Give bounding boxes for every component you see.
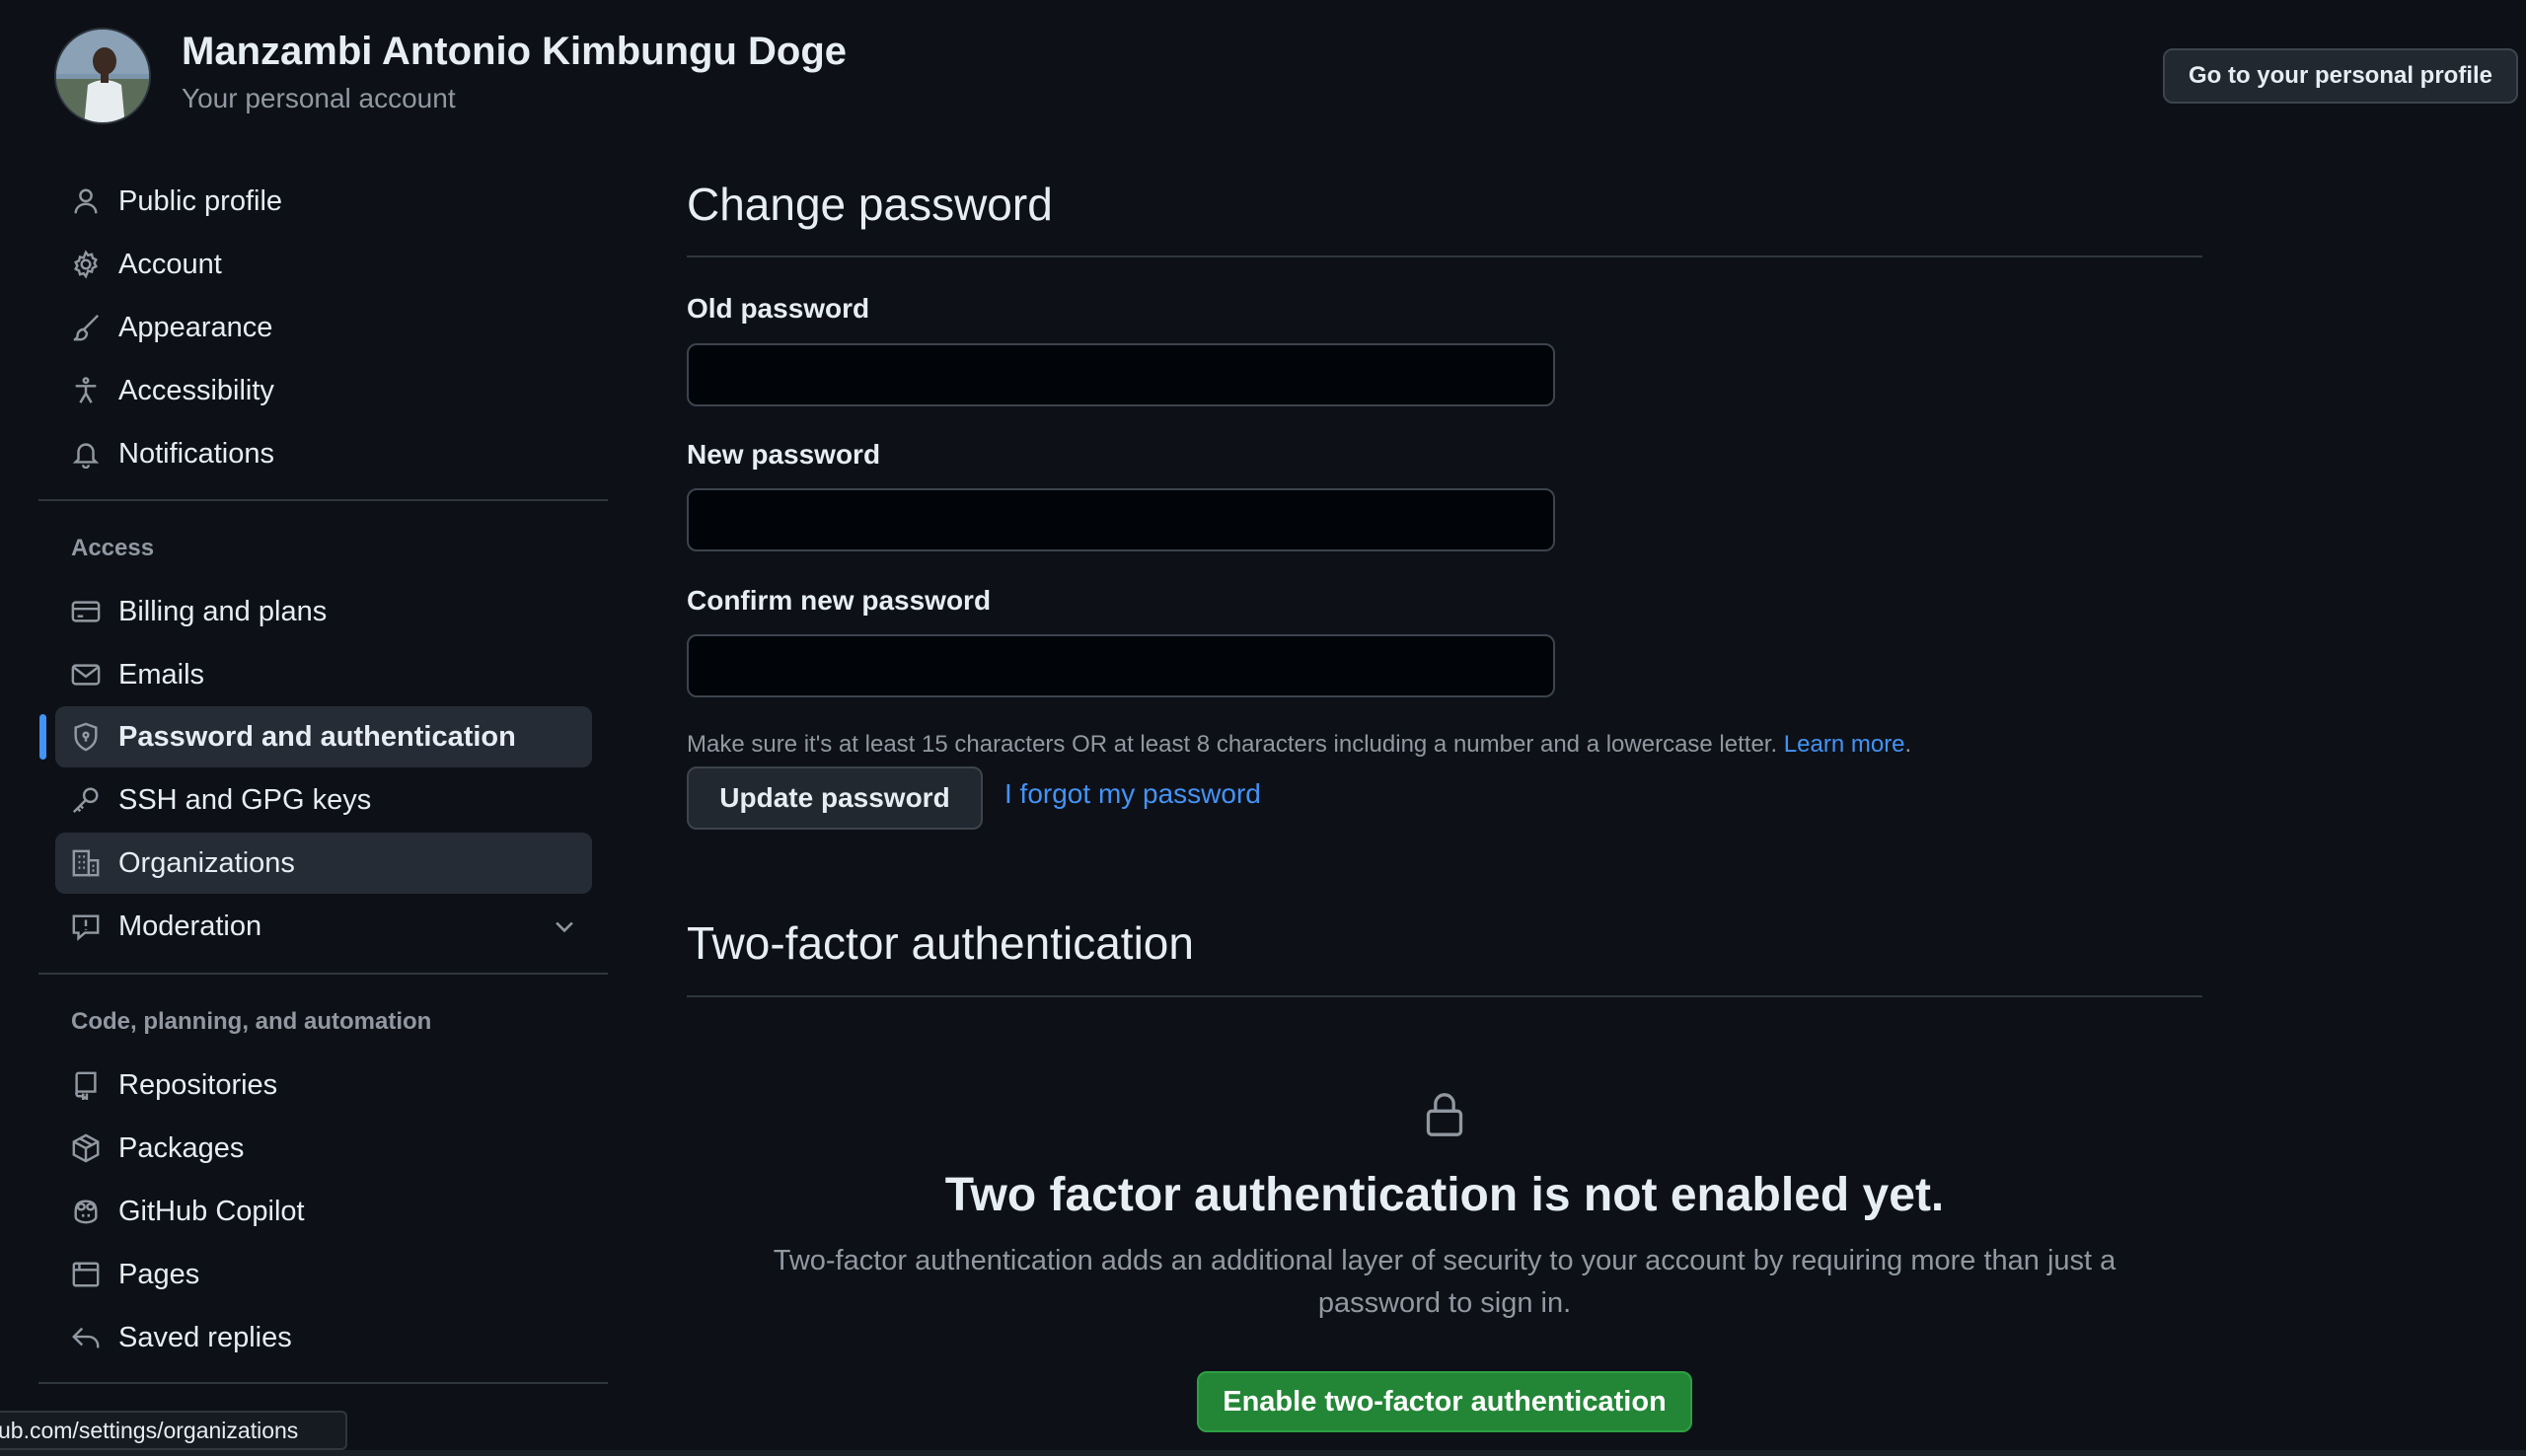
learn-more-link[interactable]: Learn more [1784, 731, 1905, 758]
accessibility-icon [69, 374, 103, 407]
settings-page: Manzambi Antonio Kimbungu Doge Your pers… [0, 0, 2526, 1456]
bell-icon [69, 437, 103, 471]
sidebar-item-appearance[interactable]: Appearance [55, 297, 592, 358]
sidebar-heading-access: Access [71, 535, 155, 561]
new-password-field[interactable] [687, 488, 1555, 551]
confirm-password-field[interactable] [687, 634, 1555, 697]
password-hint-text: Make sure it's at least 15 characters OR… [687, 731, 1778, 758]
sidebar-divider [38, 973, 608, 975]
sidebar-item-emails[interactable]: Emails [55, 644, 592, 705]
sidebar-item-github-copilot[interactable]: GitHub Copilot [55, 1181, 592, 1242]
active-indicator [39, 714, 46, 760]
copilot-icon [69, 1195, 103, 1228]
sidebar-item-account[interactable]: Account [55, 234, 592, 295]
sidebar-item-label: Emails [118, 658, 205, 691]
reply-icon [69, 1321, 103, 1354]
sidebar-divider [38, 499, 608, 501]
two-factor-heading: Two-factor authentication [687, 917, 1194, 969]
sidebar-item-label: Organizations [118, 846, 295, 879]
paintbrush-icon [69, 311, 103, 344]
sidebar-item-label: Public profile [118, 184, 283, 217]
report-icon [69, 910, 103, 943]
section-rule [687, 255, 2202, 257]
browser-icon [69, 1258, 103, 1291]
new-password-label: New password [687, 439, 881, 470]
sidebar-item-label: Password and authentication [118, 720, 516, 753]
sidebar-item-notifications[interactable]: Notifications [55, 423, 592, 484]
sidebar-item-label: Pages [118, 1258, 200, 1290]
section-rule [687, 995, 2202, 997]
sidebar-item-label: Accessibility [118, 374, 274, 406]
mail-icon [69, 658, 103, 692]
sidebar-item-moderation[interactable]: Moderation [55, 896, 592, 957]
avatar[interactable] [54, 28, 151, 124]
repo-icon [69, 1068, 103, 1102]
sidebar-item-label: Packages [118, 1131, 245, 1164]
person-icon [69, 184, 103, 218]
shield-lock-icon [69, 720, 103, 754]
change-password-heading: Change password [687, 179, 1053, 230]
account-subtitle: Your personal account [182, 83, 456, 113]
sidebar-item-label: Repositories [118, 1068, 278, 1101]
lock-icon [1426, 1093, 1463, 1136]
sidebar-item-ssh-gpg-keys[interactable]: SSH and GPG keys [55, 769, 592, 831]
old-password-label: Old password [687, 293, 870, 324]
sidebar-item-label: Billing and plans [118, 595, 328, 627]
sidebar-item-label: SSH and GPG keys [118, 783, 372, 816]
two-factor-description: Two-factor authentication adds an additi… [773, 1245, 2117, 1319]
gear-icon [69, 248, 103, 281]
sidebar-item-label: Saved replies [118, 1321, 292, 1353]
bottom-edge [0, 1450, 2526, 1456]
sidebar-item-saved-replies[interactable]: Saved replies [55, 1307, 592, 1368]
confirm-password-label: Confirm new password [687, 585, 992, 616]
credit-card-icon [69, 595, 103, 628]
sidebar-item-label: GitHub Copilot [118, 1195, 305, 1227]
sidebar-item-label: Account [118, 248, 222, 280]
sidebar-item-public-profile[interactable]: Public profile [55, 171, 592, 232]
update-password-button[interactable]: Update password [687, 766, 983, 830]
sidebar-item-label: Appearance [118, 311, 273, 343]
organization-icon [69, 846, 103, 880]
sidebar-item-pages[interactable]: Pages [55, 1244, 592, 1305]
forgot-password-link[interactable]: I forgot my password [1004, 778, 1261, 810]
account-name: Manzambi Antonio Kimbungu Doge [182, 30, 848, 73]
sidebar-item-label: Notifications [118, 437, 274, 470]
password-hint: Make sure it's at least 15 characters OR… [687, 731, 1912, 758]
sidebar-item-billing[interactable]: Billing and plans [55, 581, 592, 642]
sidebar-heading-code: Code, planning, and automation [71, 1008, 432, 1035]
sidebar-divider [38, 1382, 608, 1384]
status-bar-url: ub.com/settings/organizations [0, 1411, 347, 1450]
sidebar-item-label: Moderation [118, 910, 262, 942]
key-icon [69, 783, 103, 817]
package-icon [69, 1131, 103, 1165]
sidebar-item-accessibility[interactable]: Accessibility [55, 360, 592, 421]
sidebar-item-password-authentication[interactable]: Password and authentication [55, 706, 592, 767]
old-password-field[interactable] [687, 343, 1555, 406]
go-to-profile-button[interactable]: Go to your personal profile [2163, 48, 2518, 104]
two-factor-status-title: Two factor authentication is not enabled… [944, 1169, 1945, 1221]
status-url-text: ub.com/settings/organizations [0, 1417, 299, 1443]
sidebar-item-packages[interactable]: Packages [55, 1118, 592, 1179]
enable-two-factor-button[interactable]: Enable two-factor authentication [1197, 1371, 1692, 1432]
sidebar-item-organizations[interactable]: Organizations [55, 833, 592, 894]
sidebar-item-repositories[interactable]: Repositories [55, 1055, 592, 1116]
chevron-down-icon[interactable] [551, 912, 578, 940]
